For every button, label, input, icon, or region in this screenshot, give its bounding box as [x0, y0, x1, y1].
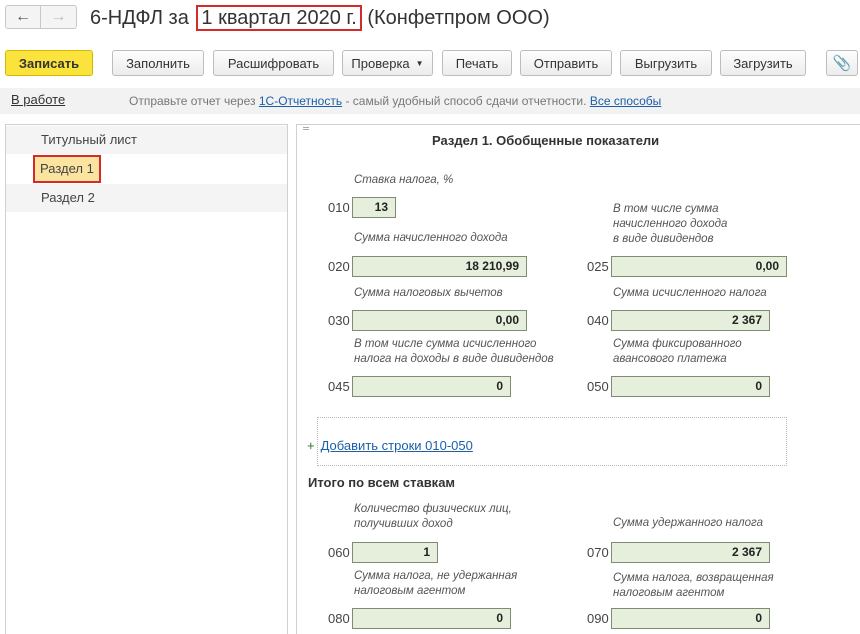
tree-item-section-1[interactable]: Раздел 1 — [6, 155, 287, 183]
print-button[interactable]: Печать — [442, 50, 512, 76]
field-090[interactable]: 0 — [611, 608, 770, 629]
add-rows-label: Добавить строки 010-050 — [320, 438, 473, 453]
caption-070: Сумма удержанного налога — [613, 517, 763, 529]
code-045: 045 — [328, 379, 350, 394]
decode-button[interactable]: Расшифровать — [213, 50, 334, 76]
caption-025: В том числе сумма начисленного дохода в … — [613, 202, 727, 247]
paperclip-icon: 📎 — [832, 55, 852, 72]
arrow-left-icon: ← — [15, 8, 31, 25]
back-button[interactable]: ← — [5, 5, 41, 29]
form-panel: Раздел 1. Обобщенные показатели Ставка н… — [296, 124, 860, 634]
caption-050-line: авансового платежа — [613, 353, 727, 365]
tree-item-label: Титульный лист — [41, 132, 138, 147]
export-button[interactable]: Выгрузить — [620, 50, 712, 76]
title-organization: (Конфетпром ООО) — [367, 7, 550, 29]
caption-045: В том числе сумма исчисленного налога на… — [354, 337, 554, 367]
plus-icon: + — [307, 438, 315, 453]
code-010: 010 — [328, 200, 350, 215]
caption-050-line: Сумма фиксированного — [613, 338, 742, 350]
attach-button[interactable]: 📎 — [826, 50, 858, 76]
caption-025-line: в виде дивидендов — [613, 233, 714, 245]
status-bar: В работе Отправьте отчет через 1С-Отчетн… — [0, 88, 860, 114]
caption-040: Сумма исчисленного налога — [613, 287, 767, 299]
status-link[interactable]: В работе — [11, 92, 65, 107]
fill-button[interactable]: Заполнить — [112, 50, 204, 76]
add-rows-link[interactable]: + Добавить строки 010-050 — [307, 438, 473, 453]
code-025: 025 — [587, 259, 609, 274]
hint-before: Отправьте отчет через — [129, 94, 256, 108]
field-060[interactable]: 1 — [352, 542, 438, 563]
caption-090-line: налоговым агентом — [613, 587, 725, 599]
caption-090: Сумма налога, возвращенная налоговым аге… — [613, 571, 774, 601]
field-020[interactable]: 18 210,99 — [352, 256, 527, 277]
navigation-group: ← → — [5, 5, 77, 29]
field-045[interactable]: 0 — [352, 376, 511, 397]
caption-050: Сумма фиксированного авансового платежа — [613, 337, 742, 367]
caption-060: Количество физических лиц, получивших до… — [354, 502, 512, 532]
code-090: 090 — [587, 611, 609, 626]
field-050[interactable]: 0 — [611, 376, 770, 397]
caption-025-line: начисленного дохода — [613, 218, 728, 230]
caption-045-line: В том числе сумма исчисленного — [354, 338, 537, 350]
forward-button[interactable]: → — [41, 5, 77, 29]
check-button-label: Проверка — [351, 55, 410, 71]
sections-tree: Титульный лист Раздел 1 Раздел 2 — [5, 124, 288, 634]
code-070: 070 — [587, 545, 609, 560]
import-button[interactable]: Загрузить — [720, 50, 806, 76]
tree-item-label: Раздел 2 — [41, 190, 95, 205]
caption-060-line: получивших доход — [354, 518, 453, 530]
caption-080-line: налоговым агентом — [354, 585, 466, 597]
code-040: 040 — [587, 313, 609, 328]
page-title: 6-НДФЛ за 1 квартал 2020 г. (Конфетпром … — [90, 5, 550, 31]
caption-030: Сумма налоговых вычетов — [354, 287, 503, 299]
write-button[interactable]: Записать — [5, 50, 93, 76]
hint-text: Отправьте отчет через 1С-Отчетность - са… — [129, 94, 661, 108]
arrow-right-icon: → — [50, 8, 67, 25]
check-dropdown-button[interactable]: Проверка ▼ — [342, 50, 433, 76]
splitter-handle[interactable] — [303, 127, 309, 130]
code-050: 050 — [587, 379, 609, 394]
all-methods-link[interactable]: Все способы — [590, 94, 662, 108]
code-020: 020 — [328, 259, 350, 274]
field-030[interactable]: 0,00 — [352, 310, 527, 331]
hint-after: - самый удобный способ сдачи отчетности. — [345, 94, 587, 108]
field-010[interactable]: 13 — [352, 197, 396, 218]
tree-item-label: Раздел 1 — [33, 155, 101, 183]
rate-caption: Ставка налога, % — [354, 174, 454, 186]
code-030: 030 — [328, 313, 350, 328]
field-040[interactable]: 2 367 — [611, 310, 770, 331]
section-title: Раздел 1. Обобщенные показатели — [432, 133, 660, 148]
tree-item-title-page[interactable]: Титульный лист — [6, 126, 287, 154]
caption-025-line: В том числе сумма — [613, 203, 719, 215]
caption-080-line: Сумма налога, не удержанная — [354, 570, 518, 582]
totals-title: Итого по всем ставкам — [308, 475, 456, 490]
1c-reporting-link[interactable]: 1С-Отчетность — [259, 94, 342, 108]
caption-060-line: Количество физических лиц, — [354, 503, 512, 515]
send-button[interactable]: Отправить — [520, 50, 612, 76]
caption-020: Сумма начисленного дохода — [354, 232, 508, 244]
caption-080: Сумма налога, не удержанная налоговым аг… — [354, 569, 517, 599]
caption-045-line: налога на доходы в виде дивидендов — [354, 353, 554, 365]
field-080[interactable]: 0 — [352, 608, 511, 629]
toolbar: Записать Заполнить Расшифровать Проверка… — [5, 50, 860, 78]
tree-item-section-2[interactable]: Раздел 2 — [6, 184, 287, 212]
chevron-down-icon: ▼ — [415, 58, 424, 68]
caption-090-line: Сумма налога, возвращенная — [613, 572, 774, 584]
title-period: 1 квартал 2020 г. — [196, 5, 362, 31]
field-070[interactable]: 2 367 — [611, 542, 770, 563]
code-080: 080 — [328, 611, 350, 626]
title-prefix: 6-НДФЛ за — [90, 7, 189, 29]
code-060: 060 — [328, 545, 350, 560]
field-025[interactable]: 0,00 — [611, 256, 787, 277]
